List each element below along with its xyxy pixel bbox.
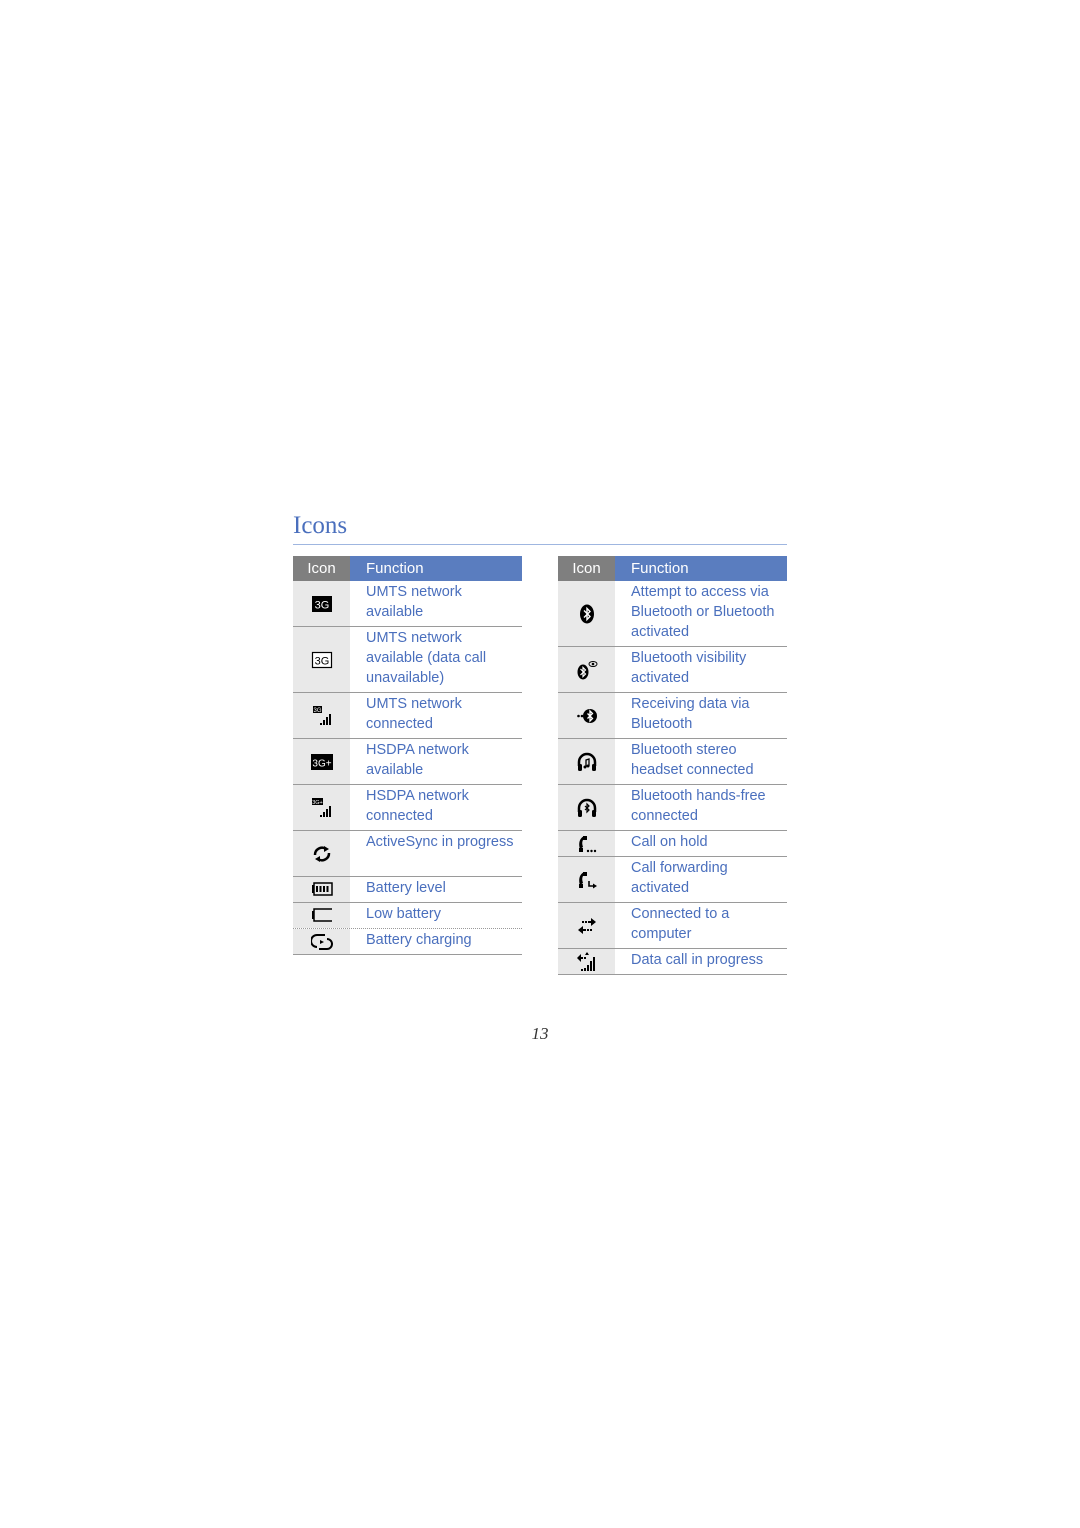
- function-text: UMTS network connected: [366, 696, 462, 732]
- data-call-icon: [576, 951, 595, 971]
- function-text: Bluetooth visibility activated: [631, 650, 747, 686]
- svg-text:3G: 3G: [313, 708, 321, 714]
- function-text: ActiveSync in progress: [366, 834, 514, 850]
- table-row: Battery charging: [293, 929, 522, 955]
- svg-text:3G: 3G: [314, 655, 329, 667]
- 3g-connected-icon: 3G: [312, 705, 331, 725]
- table-row: Bluetooth stereo headset connected: [558, 739, 787, 785]
- bluetooth-visibility-icon: [577, 660, 597, 679]
- function-text: Low battery: [366, 906, 441, 922]
- bluetooth-stereo-headset-icon: [577, 752, 596, 771]
- function-text: HSDPA network available: [366, 742, 469, 778]
- table-header: Icon Function: [293, 556, 522, 581]
- function-text: Call on hold: [631, 834, 708, 850]
- bluetooth-receiving-icon: [576, 708, 597, 723]
- table-row: Bluetooth visibility activated: [558, 647, 787, 693]
- table-row: Battery level: [293, 877, 522, 903]
- table-header: Icon Function: [558, 556, 787, 581]
- function-text: UMTS network available (data call unavai…: [366, 630, 487, 686]
- battery-charging-icon: [310, 933, 333, 950]
- svg-text:3G+: 3G+: [312, 800, 323, 806]
- activesync-icon: [313, 845, 330, 862]
- function-text: Bluetooth stereo headset connected: [631, 742, 754, 778]
- table-row: Bluetooth hands-free connected: [558, 785, 787, 831]
- table-row: Connected to a computer: [558, 903, 787, 949]
- svg-text:3G+: 3G+: [312, 758, 331, 769]
- computer-connected-icon: [577, 917, 596, 934]
- 3g-outline-icon: 3G: [311, 651, 332, 668]
- function-text: Battery charging: [366, 932, 472, 948]
- 3g-plus-connected-icon: 3G+: [311, 797, 331, 817]
- table-row: 3G UMTS network available: [293, 581, 522, 627]
- table-row: Call forwarding activated: [558, 857, 787, 903]
- page-title: Icons: [293, 512, 348, 539]
- icons-table-left: Icon Function 3G UMTS network available …: [293, 556, 522, 955]
- table-row: Call on hold: [558, 831, 787, 857]
- header-icon-column: Icon: [558, 556, 615, 581]
- table-row: 3G UMTS network connected: [293, 693, 522, 739]
- call-forwarding-icon: [578, 871, 597, 888]
- function-text: Attempt to access via Bluetooth or Bluet…: [631, 584, 775, 640]
- battery-full-icon: [311, 881, 333, 896]
- function-text: Receiving data via Bluetooth: [631, 696, 750, 732]
- function-text: HSDPA network connected: [366, 788, 469, 824]
- 3g-available-icon: 3G: [311, 595, 332, 612]
- battery-low-icon: [311, 907, 332, 922]
- function-text: Data call in progress: [631, 952, 764, 968]
- table-row: Attempt to access via Bluetooth or Bluet…: [558, 581, 787, 647]
- table-row: 3G+ HSDPA network connected: [293, 785, 522, 831]
- call-on-hold-icon: [578, 835, 596, 852]
- table-row: Data call in progress: [558, 949, 787, 975]
- table-row: Receiving data via Bluetooth: [558, 693, 787, 739]
- header-function-column: Function: [615, 556, 787, 581]
- bluetooth-handsfree-icon: [577, 798, 596, 817]
- header-function-column: Function: [350, 556, 522, 581]
- table-row: 3G+ HSDPA network available: [293, 739, 522, 785]
- function-text: Battery level: [366, 880, 446, 896]
- title-divider: [293, 544, 787, 545]
- icons-table-right: Icon Function Attempt to access via Blue…: [558, 556, 787, 975]
- function-text: Bluetooth hands-free connected: [631, 788, 766, 824]
- table-row: ActiveSync in progress: [293, 831, 522, 877]
- function-text: Call forwarding activated: [631, 860, 728, 896]
- function-text: Connected to a computer: [631, 906, 730, 942]
- table-row: Low battery: [293, 903, 522, 929]
- table-row: 3G UMTS network available (data call una…: [293, 627, 522, 693]
- header-icon-column: Icon: [293, 556, 350, 581]
- 3g-plus-icon: 3G+: [310, 753, 333, 770]
- function-text: UMTS network available: [366, 584, 462, 620]
- bluetooth-icon: [579, 604, 594, 623]
- svg-text:3G: 3G: [314, 599, 329, 611]
- page-number: 13: [531, 1024, 549, 1043]
